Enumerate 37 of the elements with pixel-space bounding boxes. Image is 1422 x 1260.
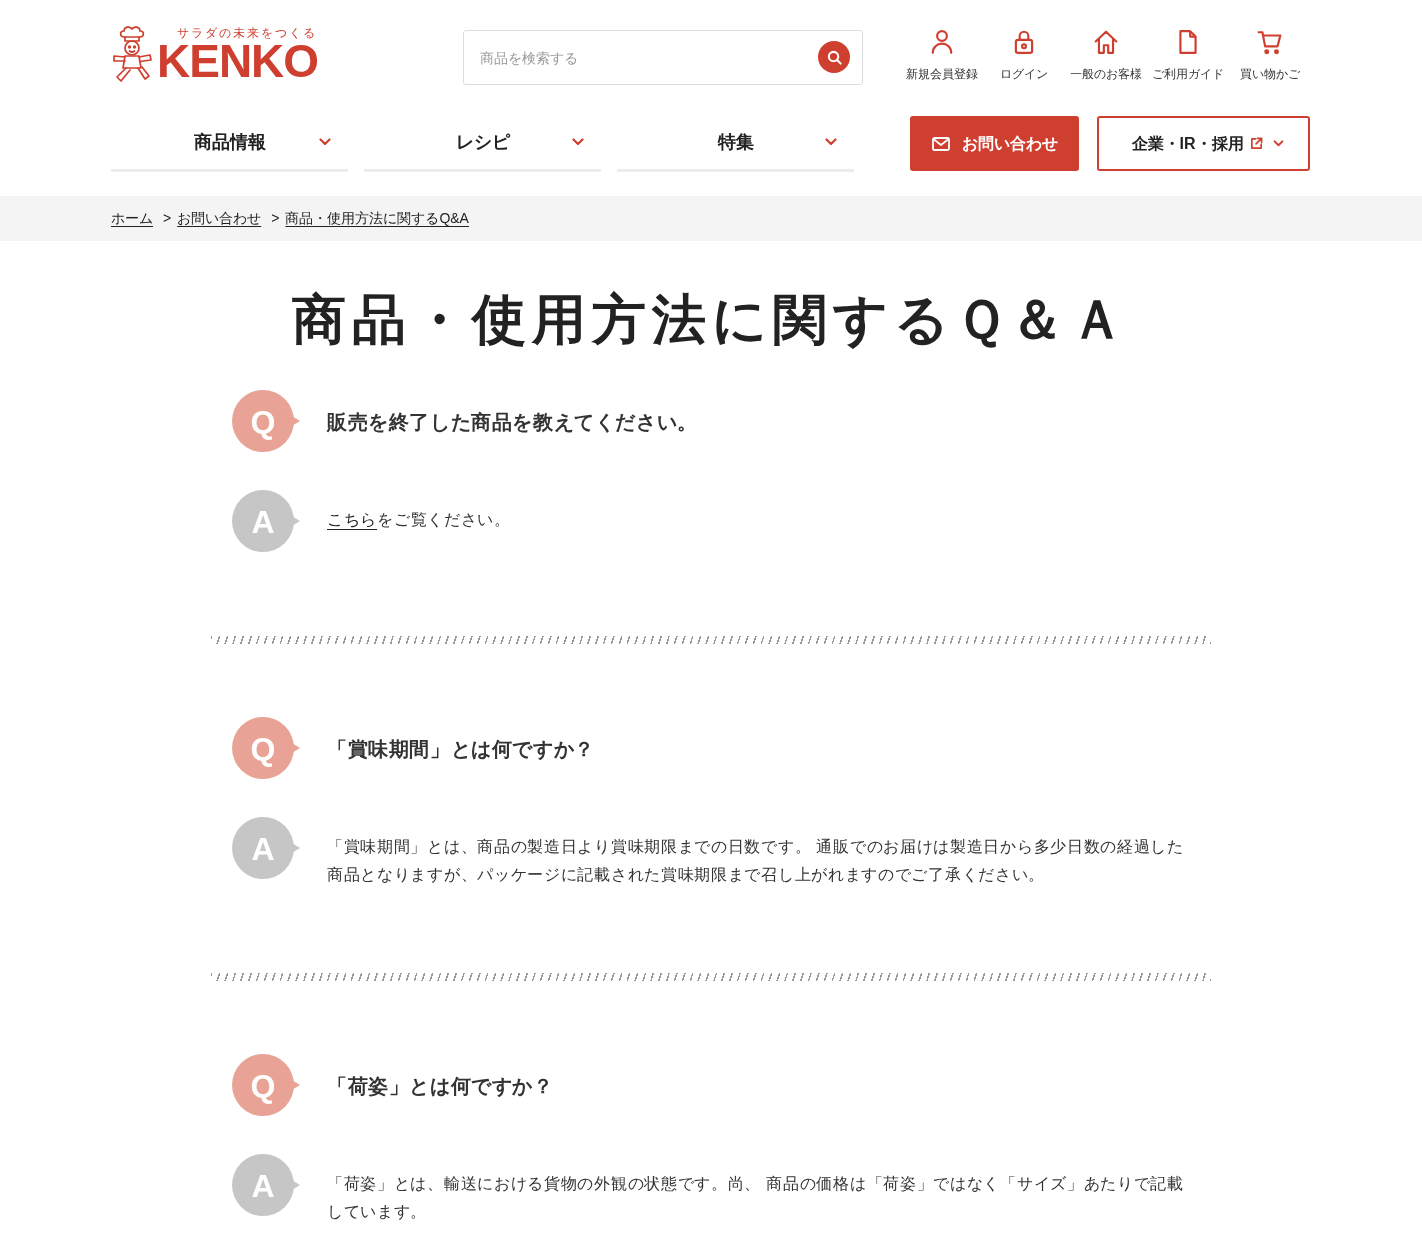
breadcrumb-separator: > (271, 209, 280, 228)
search-icon (826, 49, 842, 65)
breadcrumb-link[interactable]: 商品・使用方法に関するQ&A (285, 208, 469, 229)
corporate-button[interactable]: 企業・IR・採用 (1097, 116, 1310, 171)
header-link[interactable]: 一般のお客様 (1065, 29, 1147, 82)
header-link[interactable]: ご利用ガイド (1147, 29, 1229, 82)
logo-tagline: サラダの未来をつくる (177, 26, 318, 40)
answer-text: 「賞味期間」とは、商品の製造日より賞味期限までの日数です。 通販でのお届けは製造日から多少日数の経過した商品となりますが、パッケージに記載された賞味期限まで召し上がれますのでご了承ください。 (327, 837, 1185, 885)
breadcrumb-link[interactable]: お問い合わせ (177, 208, 262, 229)
external-link-icon (1249, 137, 1263, 150)
breadcrumb-link[interactable]: ホーム (111, 208, 153, 229)
header-link[interactable]: 新規会員登録 (901, 29, 983, 82)
question-text: 「荷姿」とは何ですか？ (327, 1074, 554, 1099)
contact-button[interactable]: お問い合わせ (910, 116, 1079, 171)
cart-icon (1257, 29, 1283, 55)
chevron-down-icon (572, 138, 584, 146)
mail-icon (931, 136, 950, 151)
chevron-down-icon (825, 138, 837, 146)
search-field[interactable]: 商品を検索する (463, 30, 863, 85)
answer-text: こちら をご覧ください。 (327, 510, 512, 530)
nav-tab[interactable]: レシピ (364, 116, 601, 172)
header-link[interactable]: ログイン (983, 29, 1065, 82)
nav-tab[interactable]: 特集 (617, 116, 854, 172)
answer-link[interactable]: こちら (327, 511, 378, 528)
house-icon (1093, 29, 1119, 55)
chevron-down-icon (1272, 140, 1284, 147)
question-text: 「賞味期間」とは何ですか？ (327, 737, 595, 762)
nav-tab[interactable]: 商品情報 (111, 116, 348, 172)
logo-wordmark[interactable]: KENKO (157, 40, 319, 82)
header-link[interactable]: 買い物かご (1229, 29, 1311, 82)
page-title: 商品・使用方法に関するＱ＆Ａ (291, 288, 1131, 350)
breadcrumb-separator: > (163, 209, 172, 228)
user-icon (929, 29, 955, 55)
chevron-down-icon (319, 138, 331, 146)
question-text: 販売を終了した商品を教えてください。 (327, 410, 698, 435)
answer-text: 「荷姿」とは、輸送における貨物の外観の状態です。尚、 商品の価格は「荷姿」ではなく「サイズ」あたりで記載しています。 (327, 1174, 1185, 1222)
chef-mascot-icon (111, 25, 153, 83)
